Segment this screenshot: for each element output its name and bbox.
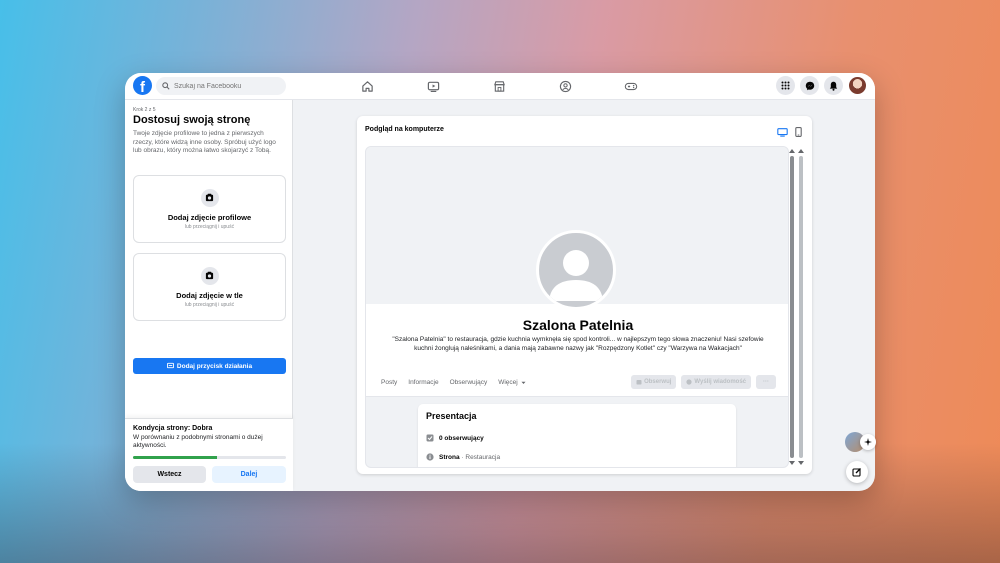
back-button[interactable]: Wstecz	[133, 466, 206, 483]
add-profile-photo-subtitle: lub przeciągnij i upuść	[184, 223, 235, 230]
outer-scrollbar-track[interactable]	[799, 156, 803, 458]
marketplace-icon[interactable]	[492, 79, 506, 93]
account-controls	[776, 76, 867, 95]
messenger-icon	[686, 379, 693, 385]
main-nav	[360, 79, 638, 93]
page-condition-description: W porównaniu z podobnymi stronami o duże…	[133, 434, 263, 449]
facebook-logo-letter: f	[140, 79, 145, 95]
compose-message-icon[interactable]	[846, 461, 868, 483]
send-message-label: Wyślij wiadomość	[694, 379, 746, 385]
preview-scrollbar[interactable]	[789, 147, 795, 467]
menu-grid-icon[interactable]	[776, 76, 795, 95]
category-value: · Restauracja	[461, 453, 501, 461]
home-icon[interactable]	[360, 79, 374, 93]
sidebar-title: Dostosuj swoją stronę	[133, 114, 251, 126]
search-box[interactable]	[156, 77, 286, 95]
desktop-icon[interactable]	[777, 124, 788, 142]
scroll-down-arrow-icon[interactable]	[789, 461, 795, 465]
send-message-button[interactable]: Wyślij wiadomość	[681, 375, 751, 389]
default-avatar-icon	[549, 250, 603, 301]
gaming-icon[interactable]	[624, 79, 638, 93]
add-cover-icon	[200, 266, 219, 285]
add-action-button[interactable]: Dodaj przycisk działania	[133, 358, 286, 374]
facebook-logo[interactable]: f	[133, 76, 152, 95]
outer-scrollbar[interactable]	[798, 147, 804, 467]
setup-sidebar: Krok 2 z 5 Dostosuj swoją stronę Twoje z…	[125, 100, 293, 491]
browser-window: f Szukaj na Facebooku Krok 2 z 5 Dostosu…	[125, 73, 875, 491]
followers-icon	[426, 434, 434, 442]
page-preview: Szalona Patelnia "Szalona Patelnia" to r…	[365, 146, 789, 468]
video-icon[interactable]	[426, 79, 440, 93]
followers-row: 0 obserwujący	[426, 434, 484, 442]
outer-scroll-down-arrow-icon[interactable]	[798, 461, 804, 465]
progress-bar	[133, 456, 286, 459]
sparkle-icon[interactable]	[860, 434, 876, 450]
search-input[interactable]	[174, 82, 274, 90]
top-navigation-bar: f	[125, 73, 875, 100]
sidebar-description: Twoje zdjęcie profilowe to jedna z pierw…	[133, 130, 276, 154]
add-cover-photo-card[interactable]: Dodaj zdjęcie w tle lub przeciągnij i up…	[133, 253, 286, 321]
page-tabs: Posty Informacje Obserwujący Więcej	[381, 379, 526, 386]
about-title: Presentacja	[426, 411, 477, 421]
progress-bar-fill	[133, 456, 218, 459]
groups-icon[interactable]	[558, 79, 572, 93]
about-card: Presentacja 0 obserwujący Strona · Resta…	[418, 404, 736, 467]
more-options-button[interactable]: ···	[756, 375, 776, 389]
add-cover-photo-subtitle: lub przeciągnij i upuść	[184, 301, 235, 308]
tab-more-label: Więcej	[498, 379, 518, 386]
next-button[interactable]: Dalej	[212, 466, 286, 483]
page-action-buttons: Obserwuj Wyślij wiadomość ···	[631, 375, 776, 389]
mobile-icon[interactable]	[795, 124, 802, 142]
category-row: Strona · Restauracja	[426, 453, 500, 461]
tab-more[interactable]: Więcej	[498, 379, 526, 386]
page-condition-title: Kondycja strony: Dobra	[133, 425, 213, 432]
preview-title: Podgląd na komputerze	[365, 126, 444, 133]
page-name: Szalona Patelnia	[522, 317, 634, 333]
tab-info[interactable]: Informacje	[408, 379, 438, 386]
follow-icon	[636, 380, 642, 385]
device-toggle	[777, 124, 802, 142]
add-profile-photo-title: Dodaj zdjęcie profilowe	[167, 212, 252, 222]
follow-button[interactable]: Obserwuj	[631, 375, 677, 389]
outer-scroll-up-arrow-icon[interactable]	[798, 149, 804, 153]
followers-count: 0 obserwujący	[439, 434, 484, 442]
bell-icon[interactable]	[824, 76, 843, 95]
profile-photo-placeholder	[536, 230, 616, 310]
scroll-up-arrow-icon[interactable]	[789, 149, 795, 153]
category-label: Strona	[439, 453, 460, 461]
add-profile-photo-card[interactable]: Dodaj zdjęcie profilowe lub przeciągnij …	[133, 175, 286, 243]
follow-button-label: Obserwuj	[644, 379, 672, 385]
info-icon	[426, 453, 434, 461]
sidebar-footer: Kondycja strony: Dobra W porównaniu z po…	[125, 418, 293, 491]
step-indicator: Krok 2 z 5	[133, 107, 156, 113]
messenger-icon[interactable]	[800, 76, 819, 95]
action-button-icon	[166, 362, 174, 371]
search-icon	[162, 77, 170, 95]
chevron-down-icon	[521, 381, 526, 384]
tab-posts[interactable]: Posty	[381, 379, 397, 386]
profile-avatar[interactable]	[848, 76, 867, 95]
tab-followers[interactable]: Obserwujący	[450, 379, 488, 386]
scrollbar-thumb[interactable]	[790, 156, 794, 458]
add-photo-icon	[200, 188, 219, 207]
desktop-preview-panel: Podgląd na komputerze Szalona Patelnia "…	[357, 116, 812, 474]
add-cover-photo-title: Dodaj zdjęcie w tle	[176, 290, 243, 300]
add-action-button-label: Dodaj przycisk działania	[176, 362, 253, 370]
page-description: "Szalona Patelnia" to restauracja, gdzie…	[392, 336, 764, 352]
